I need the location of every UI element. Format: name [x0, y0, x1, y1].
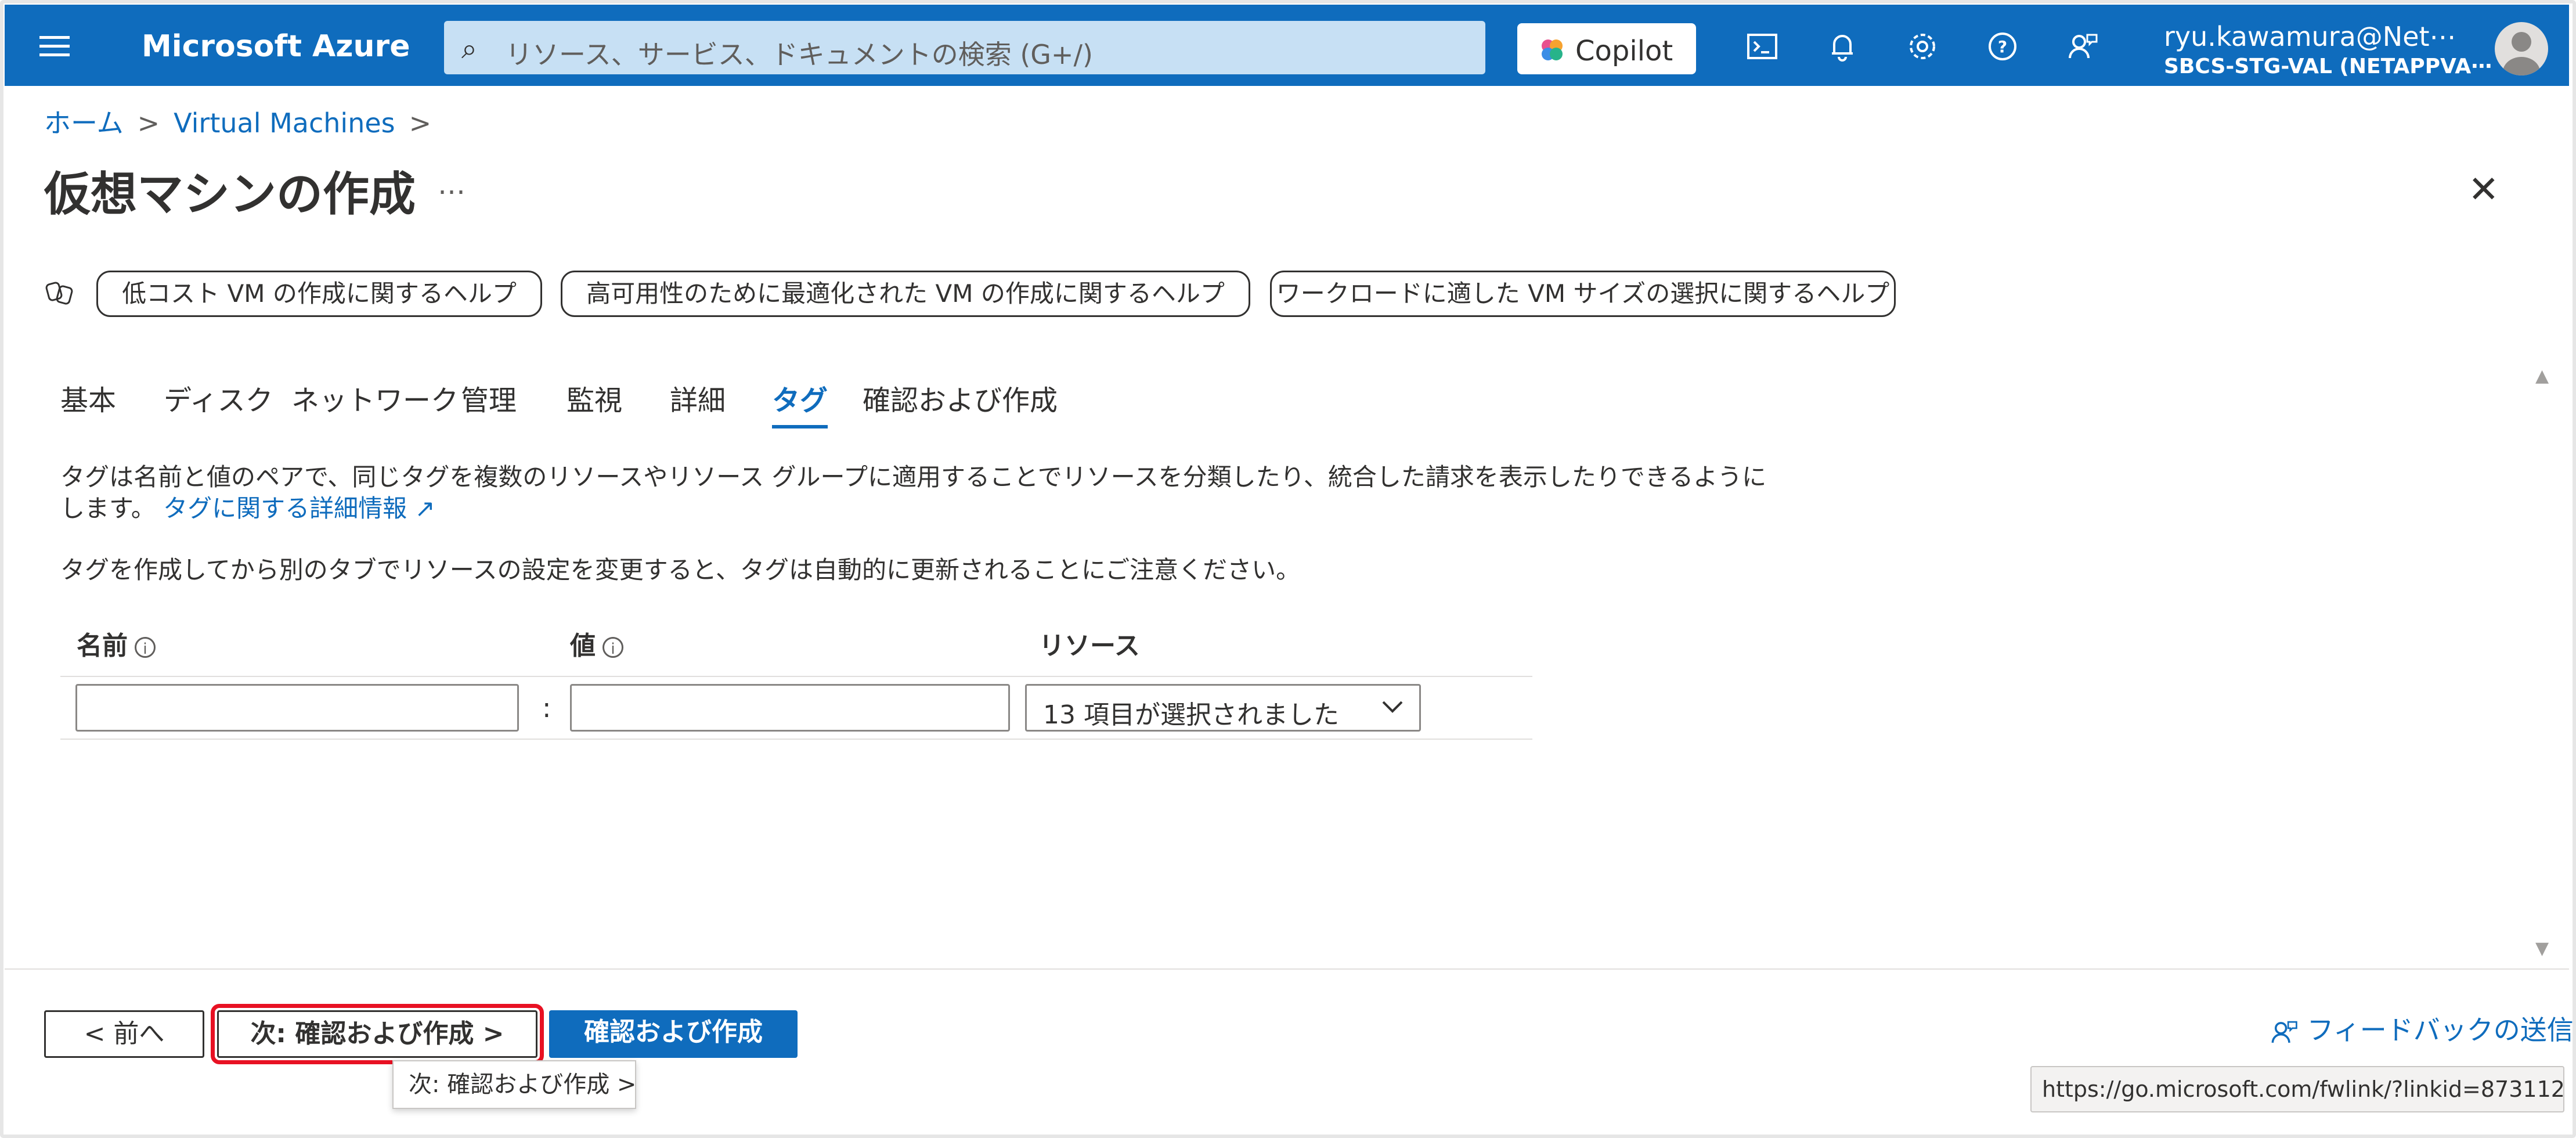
help-question-icon[interactable]: ?	[1985, 30, 2020, 65]
info-icon[interactable]: i	[135, 637, 156, 658]
column-header-name-label: 名前	[77, 631, 128, 661]
next-review-create-button[interactable]: 次: 確認および作成 >	[211, 1004, 544, 1064]
account-info[interactable]: ryu.kawamura@Net⋯ SBCS-STG-VAL (NETAPPVA…	[2164, 21, 2492, 78]
breadcrumb-home[interactable]: ホーム	[44, 107, 124, 139]
tab-advanced[interactable]: 詳細	[670, 377, 726, 418]
name-value-separator: :	[542, 692, 551, 723]
copilot-icon	[1542, 39, 1563, 60]
send-feedback-link[interactable]: フィードバックの送信	[2270, 1009, 2574, 1047]
close-icon[interactable]: ✕	[2468, 168, 2499, 211]
column-header-value-label: 値	[570, 631, 596, 661]
search-icon: ⌕	[461, 33, 477, 65]
tags-description-line2-text: します。	[60, 494, 156, 523]
more-options-icon[interactable]: …	[438, 168, 466, 201]
next-button-tooltip: 次: 確認および作成 >	[392, 1060, 636, 1109]
resource-select-value: 13 項目が選択されました	[1043, 700, 1339, 730]
review-create-button[interactable]: 確認および作成	[549, 1010, 798, 1058]
user-directory: SBCS-STG-VAL (NETAPPVA⋯	[2164, 55, 2492, 78]
external-link-icon: ↗	[414, 494, 435, 523]
user-avatar-icon	[2503, 32, 2540, 75]
feedback-person-icon[interactable]	[2065, 30, 2100, 65]
breadcrumb-virtual-machines[interactable]: Virtual Machines	[174, 107, 395, 139]
column-header-name: 名前 i	[77, 625, 156, 662]
breadcrumb: ホーム > Virtual Machines >	[44, 102, 445, 141]
top-bar: Microsoft Azure ⌕ リソース、サービス、ドキュメントの検索 (G…	[5, 5, 2569, 86]
notification-bell-icon[interactable]	[1825, 30, 1860, 65]
tab-management[interactable]: 管理	[461, 377, 517, 418]
global-search-input[interactable]: ⌕ リソース、サービス、ドキュメントの検索 (G+/)	[444, 21, 1485, 74]
chevron-down-icon	[1382, 701, 1403, 713]
footer-divider	[5, 968, 2569, 970]
tab-monitoring[interactable]: 監視	[567, 377, 622, 418]
tag-name-input[interactable]	[75, 684, 519, 732]
copilot-label: Copilot	[1575, 35, 1673, 67]
tab-tags[interactable]: タグ	[772, 377, 828, 428]
breadcrumb-separator: >	[409, 107, 432, 139]
user-name: ryu.kawamura@Net⋯	[2164, 21, 2456, 52]
scroll-up-arrow-icon[interactable]: ▲	[2535, 366, 2549, 386]
tag-value-input[interactable]	[570, 684, 1010, 732]
feedback-icon	[2271, 1021, 2297, 1043]
column-header-resource: リソース	[1039, 631, 1140, 661]
help-low-cost-vm-button[interactable]: 低コスト VM の作成に関するヘルプ	[96, 271, 542, 317]
help-high-availability-vm-button[interactable]: 高可用性のために最適化された VM の作成に関するヘルプ	[561, 271, 1250, 317]
table-divider	[60, 739, 1532, 740]
learn-more-tags-link[interactable]: タグに関する詳細情報	[163, 494, 407, 523]
brand-title[interactable]: Microsoft Azure	[142, 29, 410, 64]
page-title: 仮想マシンの作成	[44, 167, 416, 221]
tags-note: タグを作成してから別のタブでリソースの設定を変更すると、タグは自動的に更新される…	[60, 556, 1301, 584]
status-bar-url: https://go.microsoft.com/fwlink/?linkid=…	[2030, 1066, 2565, 1112]
cloud-shell-icon[interactable]	[1745, 30, 1780, 65]
tab-review-create[interactable]: 確認および作成	[863, 377, 1058, 418]
help-vm-size-button[interactable]: ワークロードに適した VM サイズの選択に関するヘルプ	[1270, 271, 1896, 317]
hamburger-menu-icon[interactable]	[39, 36, 70, 57]
table-divider	[60, 676, 1532, 677]
tags-description-line1: タグは名前と値のペアで、同じタグを複数のリソースやリソース グループに適用するこ…	[60, 463, 1767, 491]
avatar[interactable]	[2495, 22, 2548, 75]
tab-basics[interactable]: 基本	[60, 377, 116, 418]
info-icon[interactable]: i	[602, 637, 623, 658]
scroll-down-arrow-icon[interactable]: ▼	[2535, 938, 2549, 959]
resource-select-dropdown[interactable]: 13 項目が選択されました	[1025, 684, 1421, 732]
previous-button[interactable]: < 前へ	[44, 1010, 204, 1058]
settings-gear-icon[interactable]	[1905, 30, 1940, 65]
search-placeholder: リソース、サービス、ドキュメントの検索 (G+/)	[506, 39, 1093, 70]
copilot-button[interactable]: Copilot	[1517, 23, 1696, 74]
breadcrumb-separator: >	[137, 107, 160, 139]
tags-description-line2: します。 タグに関する詳細情報 ↗	[60, 489, 435, 524]
copilot-help-icon	[44, 278, 77, 318]
column-header-value: 値i	[570, 625, 623, 662]
svg-text:?: ?	[1998, 37, 2007, 56]
send-feedback-label: フィードバックの送信	[2307, 1014, 2574, 1046]
tab-networking[interactable]: ネットワーク	[291, 377, 459, 418]
tab-disks[interactable]: ディスク	[164, 377, 273, 418]
